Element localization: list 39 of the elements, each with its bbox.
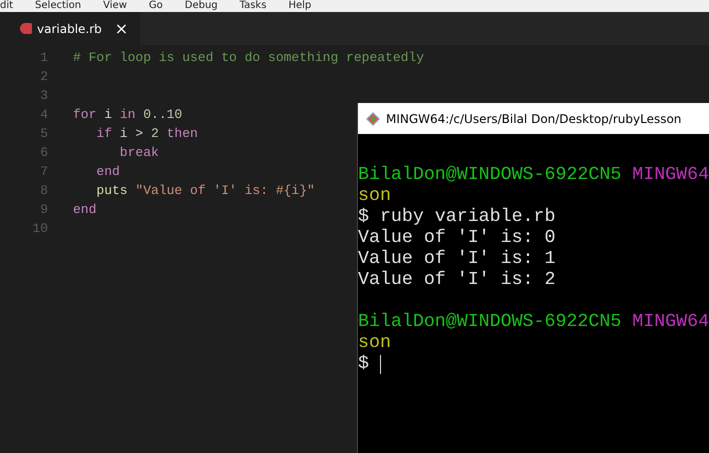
terminal-line: Value of 'I' is: 1 — [358, 249, 556, 270]
code-line: # For loop is used to do something repeatedly — [73, 49, 424, 67]
menu-item[interactable]: Help — [288, 0, 312, 12]
menu-item[interactable]: Selection — [35, 0, 82, 12]
line-number: 1 — [39, 49, 48, 67]
line-number: 10 — [31, 220, 48, 238]
menu-item[interactable]: Go — [148, 0, 163, 12]
terminal-line: Value of 'I' is: 2 — [358, 270, 556, 291]
code-line: end — [95, 163, 120, 181]
menu-item[interactable]: Debug — [184, 0, 218, 12]
close-icon[interactable]: × — [114, 20, 128, 36]
editor-tab[interactable]: variable.rb × — [0, 12, 140, 45]
ruby-file-icon — [20, 23, 32, 34]
code-line: if i > 2 then — [95, 125, 198, 143]
line-number: 8 — [39, 182, 48, 200]
line-number: 3 — [39, 87, 48, 105]
terminal-line: BilalDon@WINDOWS-6922CN5 MINGW64 — [358, 165, 709, 186]
line-number: 4 — [39, 106, 48, 124]
terminal-line: son — [358, 333, 391, 354]
terminal-line: Value of 'I' is: 0 — [358, 228, 556, 249]
window-title: MINGW64:/c/Users/Bilal Don/Desktop/rubyLesson — [386, 110, 682, 128]
line-number: 7 — [39, 163, 48, 181]
diamond-icon — [366, 112, 380, 126]
line-number: 2 — [39, 68, 48, 86]
menu-item[interactable]: View — [103, 0, 127, 12]
terminal-line: $ — [358, 354, 369, 375]
line-number: 5 — [39, 125, 48, 143]
code-line: end — [73, 201, 96, 219]
terminal-line: son — [358, 186, 391, 207]
terminal-line: $ ruby variable.rb — [358, 207, 556, 228]
menu-item[interactable]: dit — [0, 0, 14, 12]
line-number: 6 — [39, 144, 48, 162]
line-number: 9 — [39, 201, 48, 219]
terminal-line: BilalDon@WINDOWS-6922CN5 MINGW64 — [358, 312, 709, 333]
code-line: puts "Value of 'I' is: #{i}" — [95, 182, 315, 200]
code-line: for i in 0..10 — [73, 106, 182, 124]
tab-label: variable.rb — [37, 20, 102, 38]
menu-item[interactable]: Tasks — [240, 0, 266, 12]
code-line: break — [118, 144, 159, 162]
